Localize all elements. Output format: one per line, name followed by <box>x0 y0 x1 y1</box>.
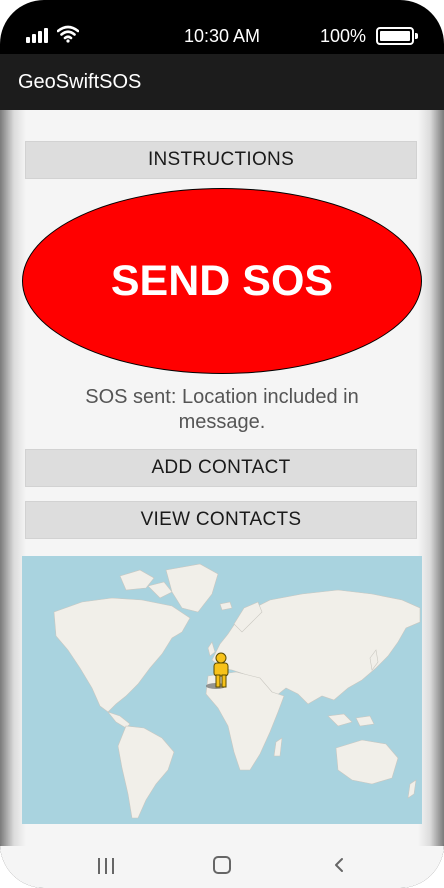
system-nav-bar <box>0 846 444 888</box>
back-icon[interactable] <box>332 857 346 873</box>
view-contacts-button[interactable]: VIEW CONTACTS <box>25 501 417 539</box>
add-contact-button[interactable]: ADD CONTACT <box>25 449 417 487</box>
send-sos-button[interactable]: SEND SOS <box>22 188 422 374</box>
recents-icon[interactable] <box>96 858 116 874</box>
instructions-button[interactable]: INSTRUCTIONS <box>25 141 417 179</box>
location-map[interactable] <box>22 556 422 824</box>
phone-frame: 10:30 AM 100% GeoSwiftSOS INSTRUCTIONS S… <box>0 0 444 888</box>
status-bar: 10:30 AM 100% <box>0 0 444 54</box>
battery-percent: 100% <box>320 26 367 46</box>
sos-status-message: SOS sent: Location included in message. <box>85 386 359 433</box>
home-icon[interactable] <box>213 856 231 874</box>
main-content: INSTRUCTIONS SEND SOS SOS sent: Location… <box>0 110 444 846</box>
world-map-land <box>53 563 421 819</box>
battery-icon <box>376 27 418 45</box>
app-bar: GeoSwiftSOS <box>0 54 444 110</box>
app-title: GeoSwiftSOS <box>18 71 142 93</box>
